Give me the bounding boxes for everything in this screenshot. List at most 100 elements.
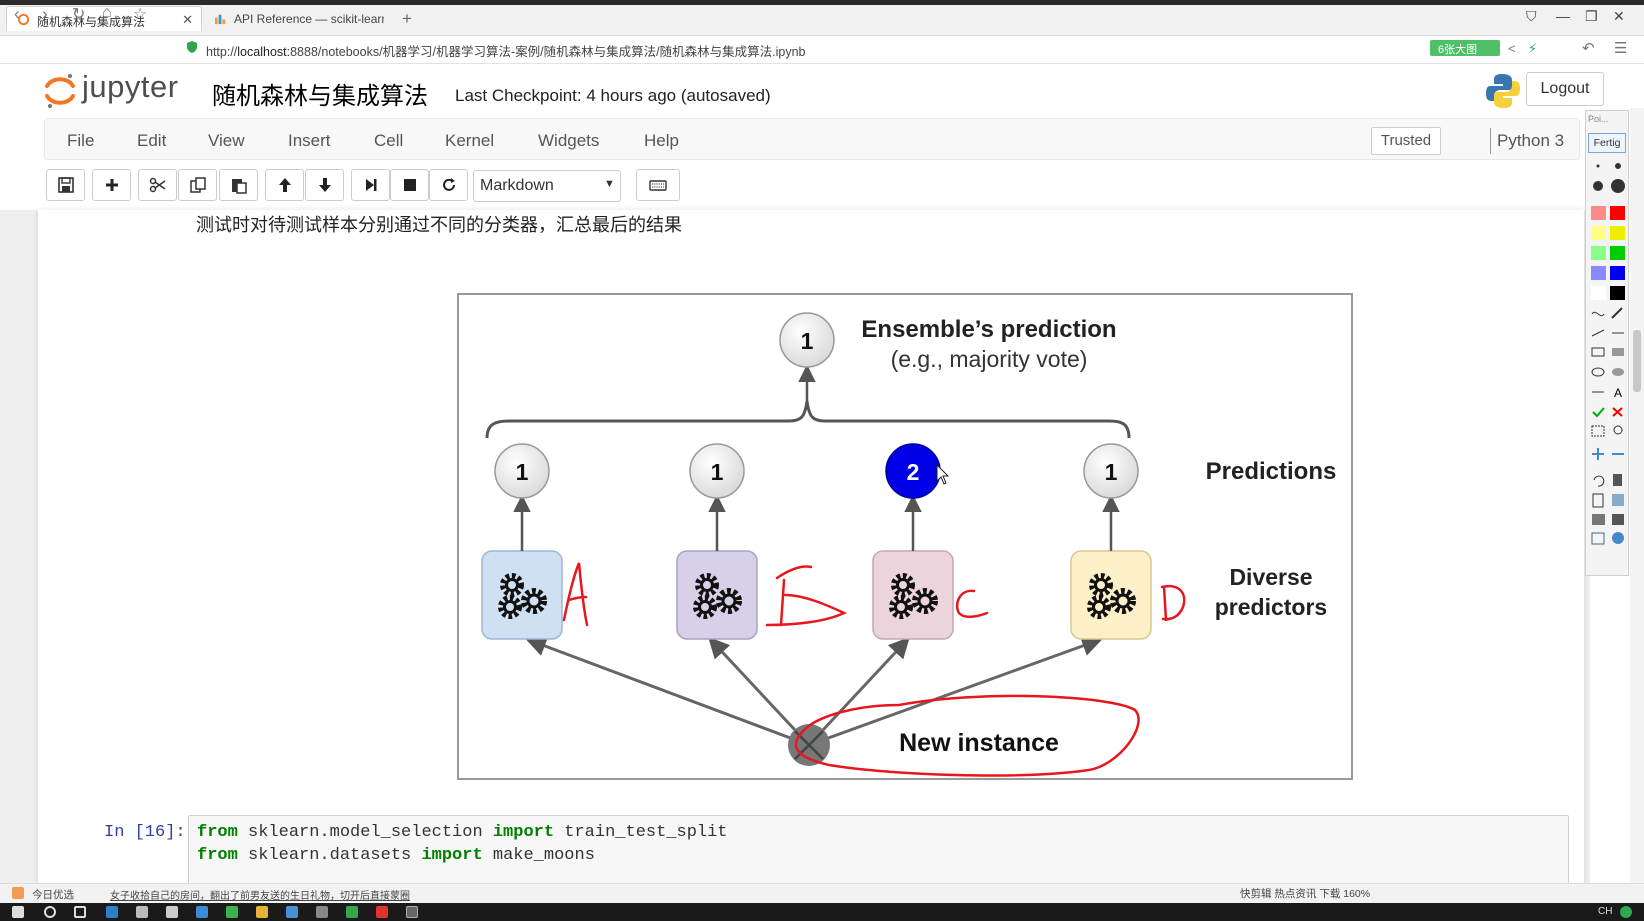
maximize-icon[interactable]: ❐ xyxy=(1585,8,1598,25)
restart-button[interactable] xyxy=(429,169,468,201)
forward-icon[interactable]: › xyxy=(42,4,48,24)
mail-icon[interactable] xyxy=(166,906,178,918)
tab-title: API Reference — scikit-learn xyxy=(234,12,384,26)
step-forward-icon xyxy=(365,179,376,191)
code-module: sklearn.datasets xyxy=(237,846,422,865)
sklearn-tab-icon xyxy=(214,14,226,25)
checkpoint-status: Last Checkpoint: 4 hours ago (autosaved) xyxy=(455,86,771,105)
interrupt-button[interactable] xyxy=(390,169,429,201)
kernel-separator xyxy=(1490,128,1491,154)
palette-done-button[interactable]: Fertig xyxy=(1588,133,1626,153)
kernel-name: Python 3 xyxy=(1497,131,1565,150)
browser-icon[interactable] xyxy=(226,906,238,918)
cell-prompt: In [16]: xyxy=(104,823,186,842)
copy-button[interactable] xyxy=(178,169,217,201)
menu-kernel[interactable]: Kernel xyxy=(445,131,494,151)
notebook-title[interactable]: 随机森林与集成算法 xyxy=(212,76,428,111)
gift-icon[interactable] xyxy=(12,887,24,899)
menu-icon[interactable]: ☰ xyxy=(1614,39,1627,57)
scrollbar[interactable] xyxy=(1630,108,1644,883)
predictors-label-line2: predictors xyxy=(1215,594,1327,620)
reload-icon[interactable]: ↻ xyxy=(72,4,85,24)
tab-close-icon[interactable]: ✕ xyxy=(182,12,193,28)
markdown-text[interactable]: 测试时对待测试样本分别通过不同的分类器，汇总最后的结果 xyxy=(196,211,682,237)
dot-medium-icon xyxy=(1615,163,1621,169)
app-icon[interactable] xyxy=(286,906,298,918)
status-right-tools[interactable]: 快剪辑 热点资讯 下载 160% xyxy=(1240,886,1370,901)
task-view-icon[interactable] xyxy=(74,906,86,918)
windows-start-icon[interactable] xyxy=(12,906,24,918)
menu-file[interactable]: File xyxy=(67,131,94,151)
run-button[interactable] xyxy=(351,169,390,201)
app-icon[interactable] xyxy=(376,906,388,918)
ensemble-figure: New instance 1 1 2 1 1 Ensemble’s predic… xyxy=(457,293,1353,780)
image-badge[interactable]: 6张大图 xyxy=(1430,40,1500,56)
menu-help[interactable]: Help xyxy=(644,131,679,151)
trusted-indicator[interactable]: Trusted xyxy=(1371,127,1441,155)
app-icon[interactable] xyxy=(346,906,358,918)
close-window-icon[interactable]: ✕ xyxy=(1613,8,1625,25)
star-icon[interactable]: ☆ xyxy=(133,4,147,24)
minimize-icon[interactable]: — xyxy=(1556,8,1570,24)
search-icon[interactable] xyxy=(44,906,56,918)
move-up-button[interactable] xyxy=(265,169,304,201)
cell-type-select[interactable]: Markdown xyxy=(473,170,621,202)
bolt-icon[interactable]: ⚡ xyxy=(1528,41,1537,57)
new-tab-button[interactable]: + xyxy=(402,9,412,29)
dot-xlarge-icon xyxy=(1611,179,1625,193)
back-icon[interactable]: ‹ xyxy=(14,4,20,24)
paste-button[interactable] xyxy=(219,169,258,201)
jupyter-logo-icon[interactable] xyxy=(44,72,76,110)
active-app-icon[interactable] xyxy=(406,906,418,918)
palette-tools[interactable]: A xyxy=(1588,158,1628,568)
menu-widgets[interactable]: Widgets xyxy=(538,131,599,151)
folder-icon[interactable] xyxy=(256,906,268,918)
status-news-link[interactable]: 女子收拾自己的房间，翻出了前男友送的生日礼物，切开后直接蒙圈 xyxy=(110,887,410,902)
menu-view[interactable]: View xyxy=(208,131,245,151)
code-line: from sklearn.model_selection import trai… xyxy=(197,823,728,842)
share-icon[interactable]: < xyxy=(1508,41,1516,56)
undo-icon[interactable]: ↶ xyxy=(1582,39,1595,57)
code-line: from sklearn.datasets import make_moons xyxy=(197,846,595,865)
menu-insert[interactable]: Insert xyxy=(288,131,331,151)
shield-icon xyxy=(187,41,197,53)
arrow-up-icon xyxy=(278,178,291,192)
cut-button[interactable] xyxy=(138,169,177,201)
save-button[interactable] xyxy=(46,169,85,201)
move-down-button[interactable] xyxy=(305,169,344,201)
edge-icon[interactable] xyxy=(106,906,118,918)
store-icon[interactable] xyxy=(136,906,148,918)
keyboard-icon xyxy=(649,180,667,191)
jupyter-logo-text[interactable]: jupyter xyxy=(82,69,179,105)
tray-icon[interactable] xyxy=(1620,906,1632,918)
menu-cell[interactable]: Cell xyxy=(374,131,403,151)
input-language[interactable]: CH xyxy=(1598,906,1612,917)
ensemble-title: Ensemble’s prediction xyxy=(861,316,1116,343)
insert-cell-button[interactable] xyxy=(92,169,131,201)
scissors-icon xyxy=(149,177,165,193)
menu-edit[interactable]: Edit xyxy=(137,131,166,151)
tab-title: 随机森林与集成算法 xyxy=(37,15,146,29)
prediction-node: 1 xyxy=(1083,443,1139,499)
predictors-label-line1: Diverse xyxy=(1229,564,1312,590)
prediction-value: 1 xyxy=(711,459,724,485)
pin-icon[interactable]: ⛉ xyxy=(1526,8,1537,25)
code-name: make_moons xyxy=(482,846,595,865)
svg-text:A: A xyxy=(1614,386,1622,400)
code-keyword: from xyxy=(197,823,238,842)
app-icon[interactable] xyxy=(316,906,328,918)
home-icon[interactable]: ⌂ xyxy=(102,4,112,22)
palette-header: Poi... xyxy=(1588,114,1609,124)
app-icon[interactable] xyxy=(196,906,208,918)
status-promo[interactable]: 今日优选 xyxy=(32,887,74,902)
scrollbar-thumb[interactable] xyxy=(1633,330,1641,392)
code-keyword: from xyxy=(197,846,238,865)
url-field[interactable]: http://localhost:8888/notebooks/机器学习/机器学… xyxy=(206,41,805,60)
paste-icon xyxy=(231,179,247,194)
command-palette-button[interactable] xyxy=(636,169,680,201)
prediction-node: 1 xyxy=(494,443,550,499)
caret-down-icon: ▼ xyxy=(604,178,615,190)
code-name: train_test_split xyxy=(554,823,728,842)
tab-api-reference[interactable]: API Reference — scikit-learn xyxy=(204,6,384,31)
logout-button[interactable]: Logout xyxy=(1526,72,1604,106)
